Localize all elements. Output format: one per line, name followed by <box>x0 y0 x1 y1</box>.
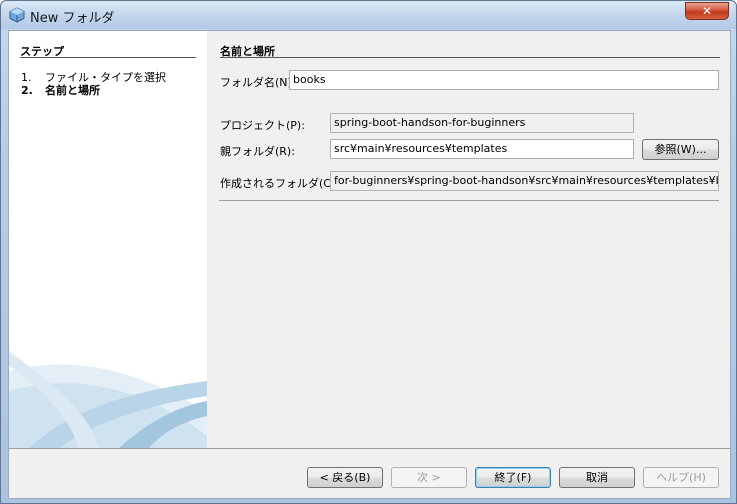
created-folder-label: 作成されるフォルダ(C): <box>220 177 339 190</box>
steps-divider <box>20 57 196 58</box>
close-button[interactable]: ✕ <box>685 2 729 20</box>
created-folder-field: for-buginners¥spring-boot-handson¥src¥ma… <box>330 171 719 191</box>
title-bar[interactable]: New フォルダ ✕ <box>1 1 736 29</box>
help-button[interactable]: ヘルプ(H) <box>643 467 719 488</box>
footer-divider <box>9 448 730 449</box>
project-label: プロジェクト(P): <box>220 119 305 132</box>
step-item-2: 2. 名前と場所 <box>21 82 100 98</box>
section-divider <box>220 57 720 58</box>
finish-button[interactable]: 終了(F) <box>475 467 551 488</box>
netbeans-cube-icon <box>9 7 25 23</box>
next-button[interactable]: 次 > <box>391 467 467 488</box>
dialog-window: New フォルダ ✕ ステップ 1. ファイル・タイプを選択 2. 名前と場所 名 <box>0 0 737 504</box>
step-label: 名前と場所 <box>45 84 100 97</box>
step-number: 2. <box>21 84 33 97</box>
steps-panel: ステップ 1. ファイル・タイプを選択 2. 名前と場所 <box>9 31 207 448</box>
folder-name-input[interactable]: books <box>289 70 719 90</box>
dialog-client: ステップ 1. ファイル・タイプを選択 2. 名前と場所 名前と場所 フォルダ名(N… <box>8 30 731 499</box>
folder-name-label: フォルダ名(N): <box>220 76 296 89</box>
back-button[interactable]: < 戻る(B) <box>307 467 383 488</box>
window-title: New フォルダ <box>30 11 115 26</box>
form-bottom-divider <box>219 200 719 201</box>
close-icon: ✕ <box>701 4 713 18</box>
cancel-button[interactable]: 取消 <box>559 467 635 488</box>
form-panel: 名前と場所 フォルダ名(N): books プロジェクト(P): spring-… <box>207 31 730 448</box>
browse-button[interactable]: 参照(W)... <box>642 139 719 160</box>
parent-folder-input[interactable]: src¥main¥resources¥templates <box>330 139 634 159</box>
parent-folder-label: 親フォルダ(R): <box>220 145 295 158</box>
wizard-decoration-image <box>9 351 207 448</box>
project-field: spring-boot-handson-for-buginners <box>330 113 634 133</box>
